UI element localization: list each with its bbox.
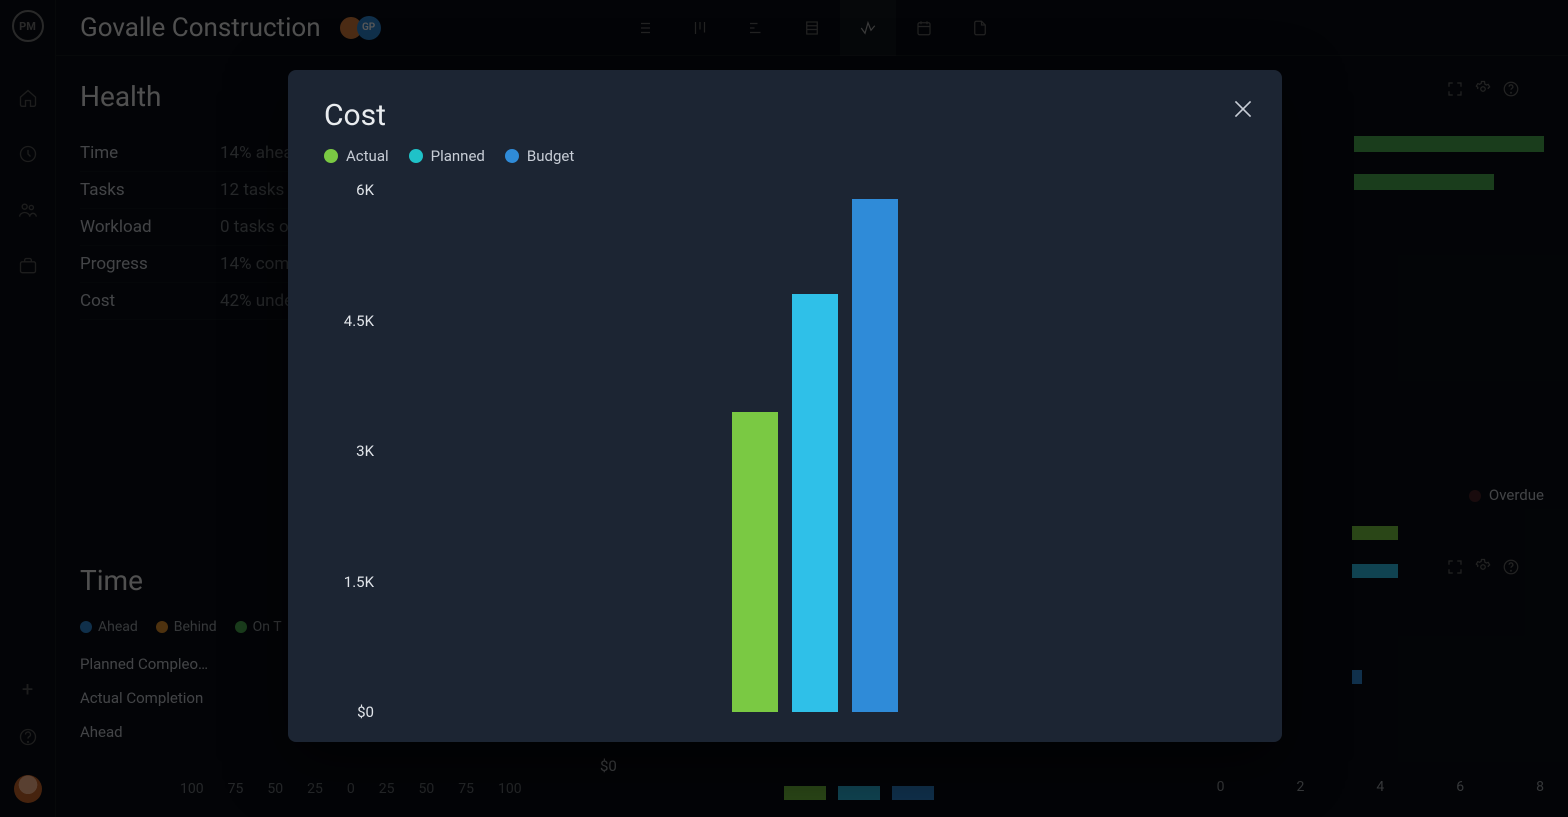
cost-chart: 6K 4.5K 3K 1.5K $0 [324,190,1246,712]
chart-bar[interactable] [792,294,838,712]
y-tick: 1.5K [344,573,374,591]
modal-title: Cost [324,98,1246,133]
plot-area [384,190,1246,712]
cost-modal: Cost Actual Planned Budget 6K 4.5K 3K 1.… [288,70,1282,742]
y-tick: $0 [357,703,374,721]
legend-swatch [409,149,423,163]
y-tick: 3K [356,442,374,460]
legend-item: Actual [324,147,389,165]
y-tick: 6K [356,181,374,199]
legend-item: Planned [409,147,485,165]
chart-bar[interactable] [732,412,778,712]
close-icon[interactable] [1230,96,1256,122]
legend-swatch [324,149,338,163]
legend-swatch [505,149,519,163]
legend-item: Budget [505,147,574,165]
y-axis: 6K 4.5K 3K 1.5K $0 [324,190,384,712]
chart-bar[interactable] [852,199,898,712]
modal-legend: Actual Planned Budget [324,147,1246,165]
y-tick: 4.5K [344,312,374,330]
bar-group [732,199,898,712]
